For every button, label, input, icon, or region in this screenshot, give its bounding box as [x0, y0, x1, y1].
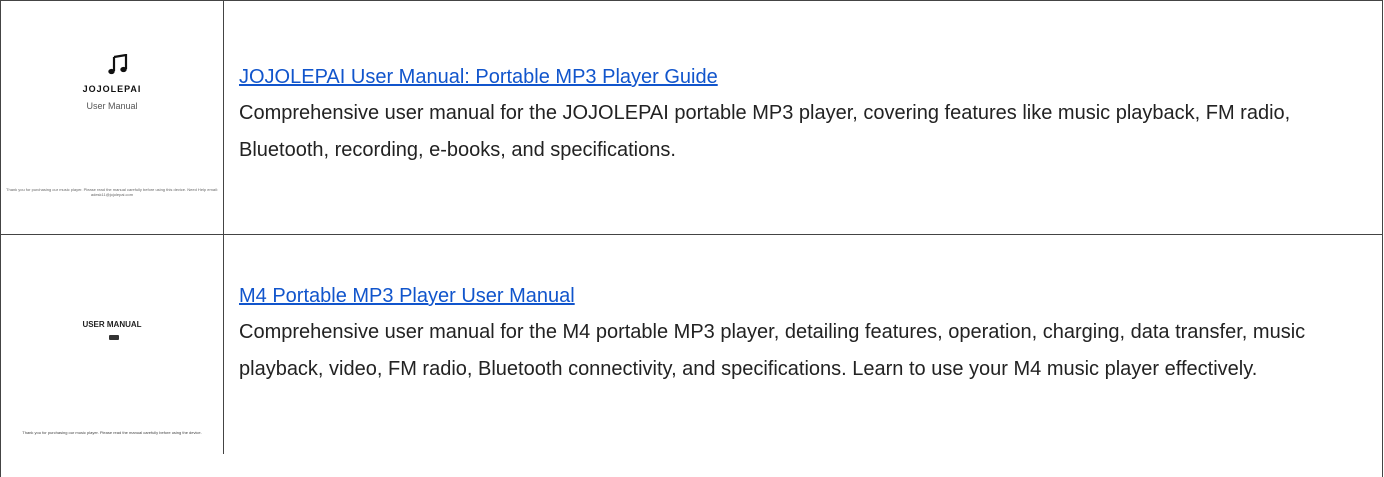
mp3-player-icon	[109, 335, 119, 340]
thumbnail-fine-print: Thank you for purchasing our music playe…	[6, 187, 218, 197]
thumbnail-subtitle: User Manual	[86, 101, 138, 111]
result-text: JOJOLEPAI User Manual: Portable MP3 Play…	[224, 1, 1382, 234]
thumbnail-brand: JOJOLEPAI	[82, 84, 142, 94]
result-text: M4 Portable MP3 Player User Manual Compr…	[224, 235, 1382, 454]
music-note-icon	[108, 54, 128, 75]
manual-results-list: JOJOLEPAI User Manual Thank you for purc…	[0, 0, 1383, 477]
result-row: JOJOLEPAI User Manual Thank you for purc…	[1, 0, 1382, 235]
result-row: USER MANUAL Thank you for purchasing our…	[1, 234, 1382, 454]
thumbnail-fine-print: Thank you for purchasing our music playe…	[22, 430, 202, 435]
result-thumbnail[interactable]: JOJOLEPAI User Manual Thank you for purc…	[1, 1, 224, 234]
result-title-link[interactable]: JOJOLEPAI User Manual: Portable MP3 Play…	[239, 63, 718, 91]
result-title-link[interactable]: M4 Portable MP3 Player User Manual	[239, 282, 575, 310]
thumbnail-subtitle: USER MANUAL	[82, 320, 142, 329]
result-description: Comprehensive user manual for the JOJOLE…	[239, 102, 1291, 161]
result-thumbnail[interactable]: USER MANUAL Thank you for purchasing our…	[1, 235, 224, 454]
result-description: Comprehensive user manual for the M4 por…	[239, 321, 1306, 380]
